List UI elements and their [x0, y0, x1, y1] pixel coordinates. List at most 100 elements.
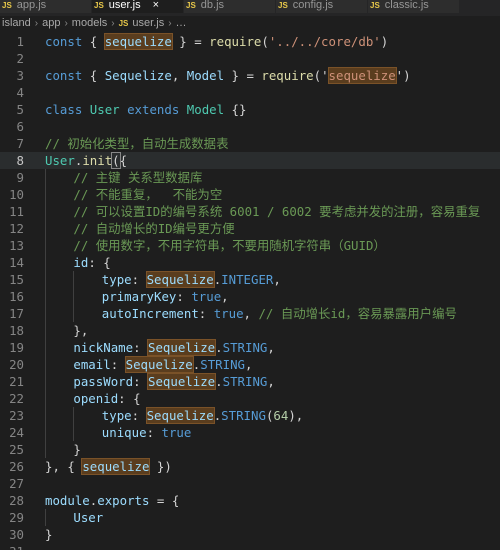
line-number: 9 [16, 170, 24, 185]
indent-guide [45, 322, 46, 339]
indent-guide [45, 220, 46, 237]
code-text: User [73, 509, 103, 526]
breadcrumb-item[interactable]: island [2, 17, 31, 29]
code-token: , [221, 289, 229, 304]
code-token: Sequelize [145, 407, 215, 424]
code-line: 23 type: Sequelize.STRING(64), [0, 407, 500, 424]
indent-guide [45, 254, 46, 271]
tab-db-js[interactable]: JS db.js [184, 0, 276, 13]
code-text: }, [73, 322, 88, 339]
code-text: type: Sequelize.INTEGER, [102, 271, 281, 288]
editor-tab-bar: JS app.js JS user.js × JS db.js JS config.js JS cl… [0, 0, 500, 16]
code-text: email: Sequelize.STRING, [73, 356, 252, 373]
code-token: ') [395, 68, 411, 83]
line-number: 27 [9, 476, 24, 491]
line-number: 29 [9, 510, 24, 525]
close-icon[interactable]: × [153, 0, 159, 11]
code-token: }, [73, 323, 89, 338]
code-line: 22 openid: { [0, 390, 500, 407]
code-token: STRING [222, 374, 268, 389]
tab-classic-js[interactable]: JS classic.js [368, 0, 460, 13]
code-line: 5 class User extends Model {} [0, 101, 500, 118]
line-number: 10 [9, 187, 24, 202]
code-token: autoIncrement [101, 306, 199, 321]
code-token: ) [380, 34, 389, 49]
code-token: : [176, 289, 192, 304]
chevron-right-icon: › [111, 17, 115, 29]
code-text: // 初始化类型，自动生成数据表 [45, 135, 228, 152]
breadcrumb-item[interactable]: app [42, 17, 60, 29]
tab-label: app.js [16, 0, 47, 11]
code-text: id: { [73, 254, 110, 271]
line-number: 3 [16, 68, 24, 83]
code-line: 12 // 自动增长的ID编号更方便 [0, 220, 500, 237]
code-text: nickName: Sequelize.STRING, [73, 339, 275, 356]
code-token: : [131, 408, 147, 423]
line-number: 11 [9, 204, 24, 219]
indent-guide [45, 356, 46, 373]
code-token: } = [171, 34, 210, 49]
line-number: 26 [9, 459, 24, 474]
indent-guide [73, 407, 75, 424]
code-token: ), [288, 408, 304, 423]
code-line: 13 // 使用数字，不用字符串，不要用随机字符串（GUID） [0, 237, 500, 254]
code-token: } [73, 442, 81, 457]
indent-guide [45, 407, 46, 424]
line-number: 18 [9, 323, 24, 338]
code-token: : [146, 425, 162, 440]
code-token: true [161, 425, 192, 440]
tab-app-js[interactable]: JS app.js [0, 0, 92, 13]
code-token: true [213, 306, 244, 321]
line-number: 25 [9, 442, 24, 457]
code-token: Sequelize [145, 271, 215, 288]
code-token: : [198, 306, 214, 321]
line-number: 16 [9, 289, 24, 304]
code-token: , { [52, 459, 83, 474]
code-line: 2 [0, 50, 500, 67]
code-token: : [133, 374, 148, 389]
chevron-right-icon: › [64, 17, 68, 29]
line-number: 13 [9, 238, 24, 253]
tab-user-js[interactable]: JS user.js × [92, 0, 184, 13]
code-token: openid [73, 391, 119, 406]
code-token: STRING [200, 357, 245, 372]
breadcrumb-item[interactable]: user.js [132, 17, 164, 29]
code-token: , [171, 68, 187, 83]
code-token: : [133, 340, 148, 355]
code-token: // 使用数字，不用字符串，不要用随机字符串（GUID） [73, 238, 386, 253]
code-token: : { [118, 391, 141, 406]
indent-guide [45, 424, 46, 441]
js-file-icon: JS [186, 0, 196, 10]
code-token: Model [186, 102, 225, 117]
code-text: // 不能重复， 不能为空 [73, 186, 222, 203]
code-token: class [45, 102, 83, 117]
code-token: User [89, 102, 120, 117]
line-number: 1 [16, 34, 24, 49]
indent-guide [45, 203, 46, 220]
line-number: 31 [0, 543, 24, 550]
code-token: Sequelize [124, 356, 194, 373]
code-token: nickName [73, 340, 134, 355]
code-token: module [45, 493, 90, 508]
breadcrumb-item[interactable]: models [72, 17, 107, 29]
code-line: 16 primaryKey: true, [0, 288, 500, 305]
line-number: 8 [16, 153, 24, 168]
js-file-icon: JS [370, 0, 380, 10]
js-file-icon: JS [118, 18, 129, 28]
code-token: init [82, 153, 113, 168]
code-line: 1 const { sequelize } = require('../../co… [0, 33, 500, 50]
code-token: , [243, 306, 259, 321]
code-area[interactable]: 1 const { sequelize } = require('../../co… [0, 33, 500, 550]
code-token: : { [88, 255, 111, 270]
tab-config-js[interactable]: JS config.js [276, 0, 368, 13]
code-token: , [273, 272, 281, 287]
code-text: } [45, 526, 52, 543]
breadcrumb-item[interactable]: … [176, 17, 187, 29]
code-line: 6 [0, 118, 500, 135]
code-text: module.exports = { [45, 492, 179, 509]
code-editor: JS app.js JS user.js × JS db.js JS config.js JS cl… [0, 0, 500, 550]
line-number: 19 [9, 340, 24, 355]
tab-label: user.js [108, 0, 141, 11]
line-number: 7 [16, 136, 24, 151]
